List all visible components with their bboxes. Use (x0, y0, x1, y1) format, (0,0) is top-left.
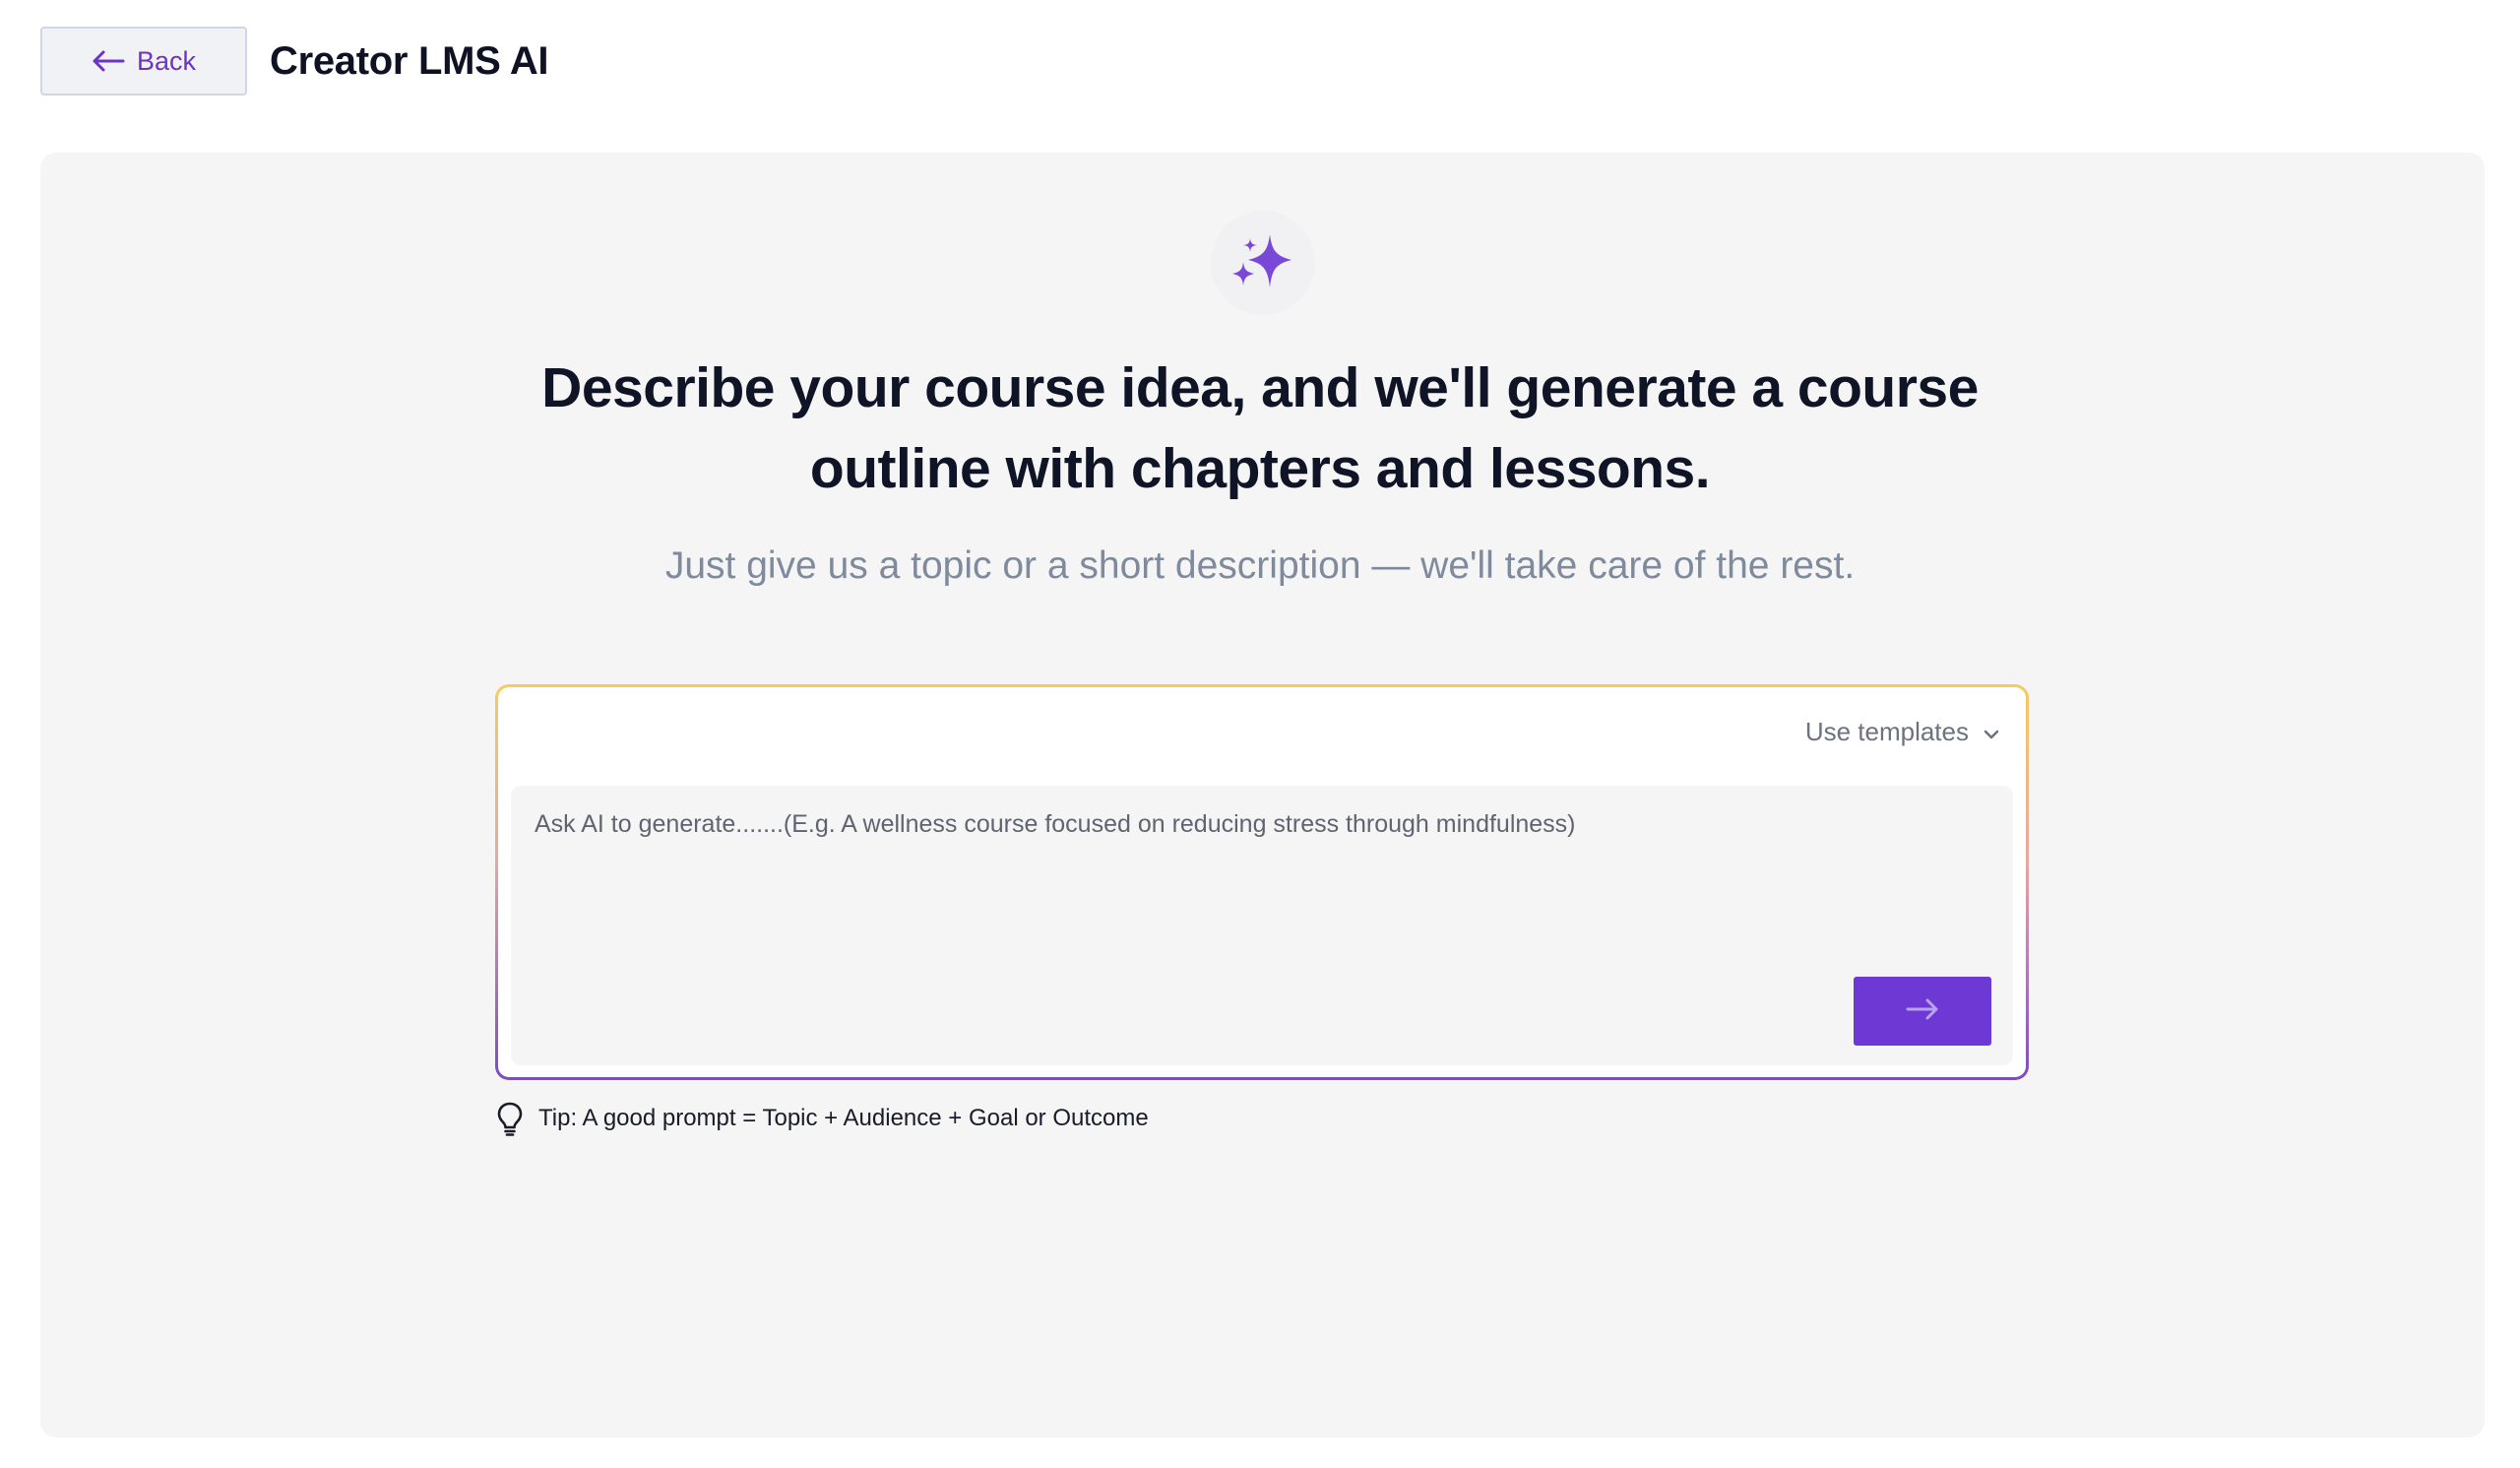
sparkles-icon (1228, 226, 1297, 300)
back-button[interactable]: Back (40, 27, 247, 96)
hero-headline: Describe your course idea, and we'll gen… (374, 348, 2146, 509)
hero-headline-line-1: Describe your course idea, and we'll gen… (541, 356, 1979, 419)
chevron-down-icon (1983, 717, 2000, 747)
hero-headline-line-2: outline with chapters and lessons. (809, 437, 1711, 500)
prompt-area (511, 786, 2013, 1065)
arrow-left-icon (92, 49, 125, 73)
prompt-input[interactable] (511, 786, 2013, 1065)
prompt-tip: Tip: A good prompt = Topic + Audience + … (495, 1101, 1149, 1136)
page-title: Creator LMS AI (270, 39, 549, 83)
lightbulb-icon (495, 1101, 525, 1136)
use-templates-label: Use templates (1804, 717, 1969, 746)
arrow-right-icon (1905, 997, 1940, 1026)
use-templates-dropdown[interactable]: Use templates (1805, 717, 2000, 747)
sparkles-badge (1211, 211, 1315, 315)
prompt-tip-text: Tip: A good prompt = Topic + Audience + … (538, 1105, 1149, 1131)
hero-subline: Just give us a topic or a short descript… (664, 544, 1856, 587)
top-bar: Back Creator LMS AI (0, 0, 2520, 128)
generate-submit-button[interactable] (1854, 977, 1991, 1046)
back-button-label: Back (136, 45, 197, 76)
prompt-card: Use templates (495, 684, 2029, 1080)
